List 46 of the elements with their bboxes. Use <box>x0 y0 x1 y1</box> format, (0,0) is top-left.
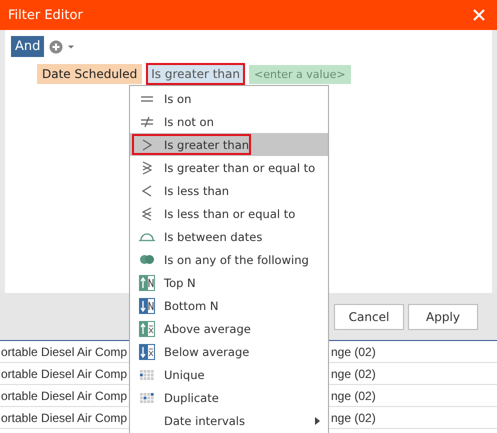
down-arrow-box-icon <box>139 298 155 314</box>
menu-item[interactable]: Unique <box>130 363 328 386</box>
down-arrow-box-icon <box>139 344 155 360</box>
equals-icon <box>141 96 153 102</box>
table-cell: ortable Diesel Air Comp <box>1 344 128 358</box>
table-cell: ortable Diesel Air Comp <box>1 410 128 424</box>
dialog-button[interactable]: Cancel <box>334 304 404 330</box>
table-cell: nge (02) <box>331 366 376 380</box>
operator-chip[interactable]: Is greater than <box>146 63 245 85</box>
grid-icon <box>140 370 154 380</box>
not-equal-icon <box>141 116 153 128</box>
window-title: Filter Editor <box>8 8 84 22</box>
table-cell: nge (02) <box>331 388 376 402</box>
menu-item[interactable]: Is greater than or equal to <box>130 156 328 179</box>
menu-item[interactable]: Is between dates <box>130 225 328 248</box>
table-cell: nge (02) <box>331 344 376 358</box>
menu-item[interactable]: Duplicate <box>130 386 328 409</box>
greater-than-icon <box>142 138 152 150</box>
table-cell: nge (02) <box>331 410 376 424</box>
less-equal-icon <box>142 206 152 220</box>
dialog-button[interactable]: Apply <box>408 304 478 330</box>
table-cell: ortable Diesel Air Comp <box>1 366 128 380</box>
menu-item[interactable]: Is on any of the following <box>130 248 328 271</box>
menu-item[interactable]: Is greater than <box>130 133 328 156</box>
add-icon[interactable] <box>49 40 76 54</box>
greater-equal-icon <box>142 160 152 174</box>
group-operator-button[interactable]: And <box>11 36 44 57</box>
menu-item[interactable]: Above average <box>130 317 328 340</box>
menu-item[interactable]: Is less than or equal to <box>130 202 328 225</box>
menu-item[interactable]: Is not on <box>130 110 328 133</box>
less-than-icon <box>142 184 152 196</box>
field-chip[interactable]: Date Scheduled <box>37 64 142 84</box>
menu-item[interactable]: Top N <box>130 271 328 294</box>
menu-item[interactable]: Is less than <box>130 179 328 202</box>
arc-icon <box>139 232 155 242</box>
menu-item[interactable]: Bottom N <box>130 294 328 317</box>
menu-item[interactable]: Below average <box>130 340 328 363</box>
menu-item[interactable]: Is on <box>130 87 328 110</box>
close-icon[interactable] <box>473 9 485 21</box>
up-arrow-box-icon <box>139 274 155 290</box>
grid-icon <box>140 392 154 402</box>
menu-item[interactable]: Date intervals <box>130 409 328 432</box>
up-arrow-box-icon <box>139 320 155 336</box>
submenu-arrow-icon <box>315 416 320 424</box>
table-cell: ortable Diesel Air Comp <box>1 388 128 402</box>
two-dots-icon <box>140 255 154 264</box>
